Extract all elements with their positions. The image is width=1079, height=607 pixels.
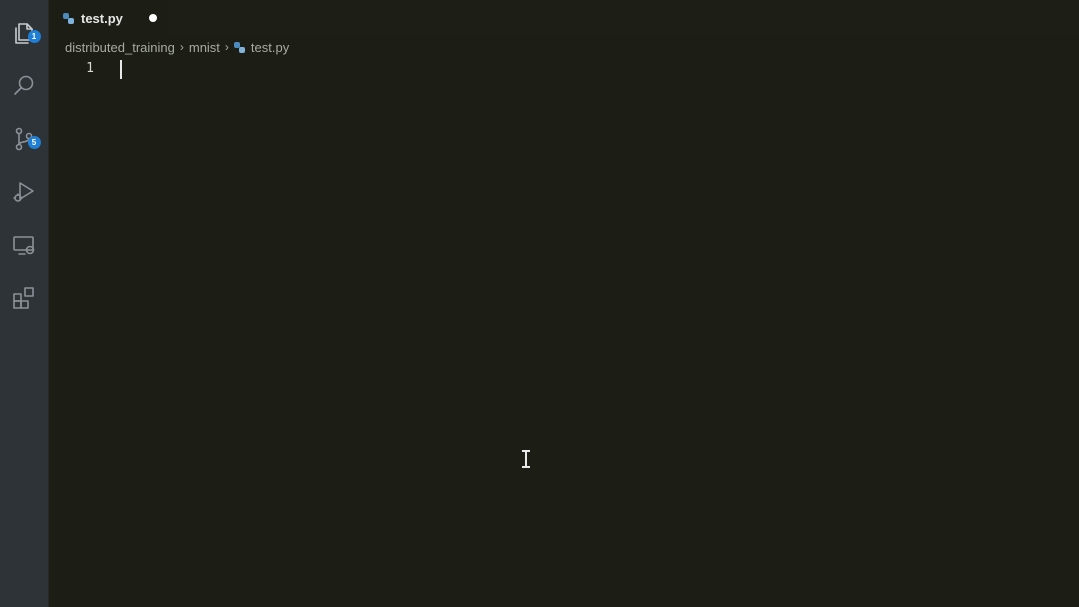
source-control-badge: 5 — [27, 136, 41, 149]
activity-run-debug[interactable] — [0, 165, 49, 218]
tab-label: test.py — [81, 10, 123, 26]
breadcrumb-file-test-py[interactable]: test.py — [251, 40, 289, 55]
extensions-icon — [13, 286, 34, 309]
chevron-right-icon: › — [224, 40, 229, 54]
python-file-icon — [63, 12, 74, 24]
remote-explorer-icon — [13, 235, 35, 255]
activity-explorer[interactable]: 1 — [0, 6, 49, 59]
chevron-right-icon: › — [179, 40, 184, 54]
code-editor[interactable]: 1 — [49, 58, 1079, 607]
tab-bar: test.py — [49, 0, 1079, 36]
editor-group: test.py distributed_training › mnist › t… — [49, 0, 1079, 607]
text-cursor — [120, 60, 122, 79]
mouse-ibeam-cursor-icon — [521, 450, 531, 468]
breadcrumb-folder-mnist[interactable]: mnist — [189, 40, 220, 55]
activity-source-control[interactable]: 5 — [0, 112, 49, 165]
vscode-window: 1 5 test.py distributed_training › mnist… — [0, 0, 1079, 607]
unsaved-dot-icon[interactable] — [149, 14, 157, 22]
breadcrumb: distributed_training › mnist › test.py — [49, 36, 1079, 58]
activity-extensions[interactable] — [0, 271, 49, 324]
tab-test-py[interactable]: test.py — [49, 0, 169, 36]
search-icon — [14, 75, 34, 95]
breadcrumb-folder-distributed-training[interactable]: distributed_training — [65, 40, 175, 55]
line-number: 1 — [86, 61, 94, 76]
python-file-icon — [233, 41, 245, 53]
activity-search[interactable] — [0, 59, 49, 112]
activity-bar: 1 5 — [0, 0, 49, 607]
explorer-badge: 1 — [27, 30, 41, 43]
run-debug-icon — [13, 181, 34, 202]
activity-remote-explorer[interactable] — [0, 218, 49, 271]
